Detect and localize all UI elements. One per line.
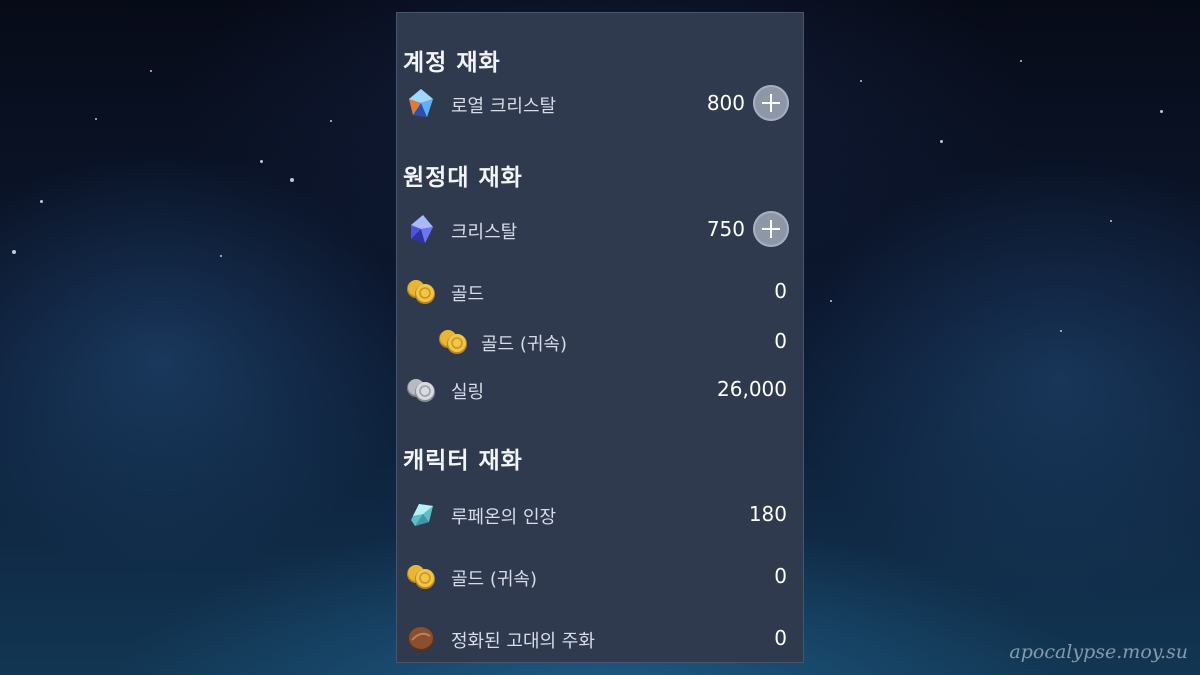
currency-row-ancient-coin: 정화된 고대의 주화 0 — [397, 618, 805, 658]
bound-gold-icon — [439, 330, 467, 354]
currency-label: 골드 (귀속) — [451, 569, 538, 590]
currency-value: 0 — [774, 329, 787, 353]
section-title-expedition-currency: 원정대 재화 — [403, 165, 523, 191]
crystal-icon — [411, 215, 433, 243]
currency-label: 루페온의 인장 — [451, 507, 557, 528]
section-title-character-currency: 캐릭터 재화 — [403, 448, 523, 474]
currency-value: 0 — [774, 279, 787, 303]
currency-label: 크리스탈 — [451, 222, 518, 243]
ancient-coin-icon — [408, 627, 434, 651]
currency-row-silling: 실링 26,000 — [397, 369, 805, 409]
watermark: apocalypse.moy.su — [1009, 641, 1188, 663]
currency-label: 골드 — [451, 284, 485, 305]
currency-row-lupeon-seal: 루페온의 인장 180 — [397, 494, 805, 534]
currency-label: 실링 — [451, 382, 485, 403]
add-royal-crystal-button[interactable] — [753, 85, 789, 121]
currency-value: 26,000 — [717, 377, 787, 401]
gold-icon — [407, 280, 435, 304]
silling-icon — [407, 379, 435, 402]
currency-value: 800 — [706, 91, 745, 115]
currency-row-crystal: 크리스탈 750 — [397, 209, 805, 249]
currency-row-gold: 골드 0 — [397, 271, 805, 311]
royal-crystal-icon — [409, 89, 433, 117]
currency-value: 0 — [774, 626, 787, 650]
bound-gold-icon — [407, 565, 435, 589]
currency-label: 로열 크리스탈 — [451, 96, 557, 117]
add-crystal-button[interactable] — [753, 211, 789, 247]
currency-row-character-bound-gold: 골드 (귀속) 0 — [397, 556, 805, 596]
currency-row-bound-gold: 골드 (귀속) 0 — [397, 321, 805, 361]
currency-value: 750 — [706, 217, 745, 241]
lupeon-seal-icon — [411, 504, 433, 526]
section-title-account-currency: 계정 재화 — [403, 50, 501, 76]
currency-label: 골드 (귀속) — [481, 334, 568, 355]
currency-value: 0 — [774, 564, 787, 588]
currency-value: 180 — [748, 502, 787, 526]
currency-panel: 계정 재화 로열 크리스탈 800 원정대 재화 크리스탈 750 골드 0 골… — [396, 12, 804, 663]
currency-label: 정화된 고대의 주화 — [451, 631, 595, 652]
currency-row-royal-crystal: 로열 크리스탈 800 — [397, 83, 805, 123]
